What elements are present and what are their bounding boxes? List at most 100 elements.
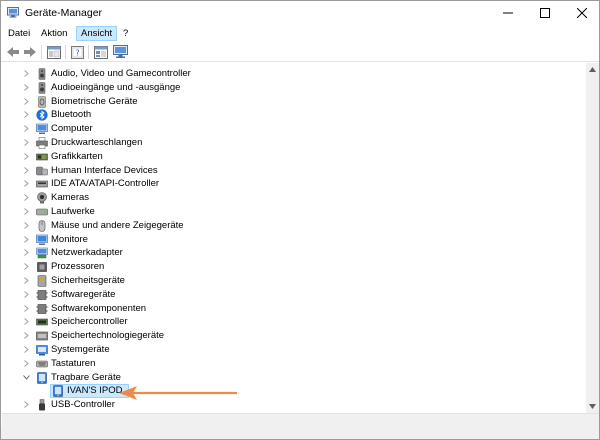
expand-chevron-icon[interactable] <box>22 345 30 354</box>
expand-chevron-icon[interactable] <box>22 331 30 340</box>
expand-chevron-icon[interactable] <box>22 400 30 409</box>
tree-item-label: Bluetooth <box>51 109 92 121</box>
forward-button[interactable] <box>22 44 38 60</box>
minimize-button[interactable] <box>491 1 525 25</box>
tree-category-item[interactable]: Laufwerke <box>2 205 562 219</box>
tree-category-item[interactable]: IDE ATA/ATAPI-Controller <box>2 177 562 191</box>
tree-item-label: Grafikkarten <box>51 150 103 162</box>
tree-item-label: Mäuse und andere Zeigegeräte <box>51 219 184 231</box>
menu-help[interactable]: ? <box>119 26 132 41</box>
usb-icon <box>36 399 48 411</box>
expand-chevron-icon[interactable] <box>22 138 30 147</box>
expand-chevron-icon[interactable] <box>22 193 30 202</box>
tree-category-item[interactable]: Monitore <box>2 233 562 247</box>
tree-category-item[interactable]: Prozessoren <box>2 260 562 274</box>
expand-chevron-icon[interactable] <box>22 110 30 119</box>
tree-category-item[interactable]: Human Interface Devices <box>2 164 562 178</box>
software-icon <box>36 289 48 301</box>
vertical-scrollbar[interactable] <box>586 63 599 413</box>
annotation-arrow <box>119 386 237 400</box>
expand-chevron-icon[interactable] <box>22 97 30 106</box>
horizontal-scrollbar[interactable] <box>2 413 599 427</box>
tree-item-label: Druckwarteschlangen <box>51 137 143 148</box>
expand-chevron-icon[interactable] <box>22 124 30 133</box>
back-button[interactable] <box>5 44 21 60</box>
expand-chevron-icon[interactable] <box>22 83 30 92</box>
collapse-chevron-icon[interactable] <box>22 373 30 382</box>
status-bar <box>1 427 599 439</box>
computer-icon <box>36 123 48 135</box>
expand-chevron-icon[interactable] <box>22 152 30 161</box>
cpu-icon <box>36 261 48 273</box>
camera-icon <box>36 192 48 204</box>
software-icon <box>36 303 48 315</box>
expand-chevron-icon[interactable] <box>22 359 30 368</box>
title-bar: Geräte-Manager <box>1 1 599 25</box>
tree-category-item[interactable]: Tastaturen <box>2 357 562 371</box>
security-icon <box>36 275 48 287</box>
system-icon <box>36 344 48 356</box>
tree-category-item[interactable]: Sicherheitsgeräte <box>2 274 562 288</box>
maximize-button[interactable] <box>528 1 562 25</box>
menu-ansicht[interactable]: Ansicht <box>76 26 118 41</box>
expand-chevron-icon[interactable] <box>22 262 30 271</box>
tree-category-item[interactable]: Audio, Video und Gamecontroller <box>2 67 562 81</box>
properties-panel-button[interactable] <box>46 44 62 60</box>
menu-datei[interactable]: Datei <box>4 26 34 41</box>
tree-item-label: Netzwerkadapter <box>51 247 123 259</box>
expand-chevron-icon[interactable] <box>22 317 30 326</box>
tree-category-item[interactable]: Kameras <box>2 191 562 205</box>
view-list-button[interactable] <box>93 44 109 60</box>
tree-category-item[interactable]: Bluetooth <box>2 108 562 122</box>
portable-device-icon <box>36 371 48 384</box>
tree-category-item[interactable]: Speichertechnologiegeräte <box>2 329 562 343</box>
tree-item-label: Tastaturen <box>51 357 96 369</box>
expand-chevron-icon[interactable] <box>22 276 30 285</box>
tree-category-item[interactable]: Netzwerkadapter <box>2 246 562 260</box>
tree-item-label: Speichertechnologiegeräte <box>51 330 165 342</box>
tree-category-item[interactable]: Tragbare Geräte <box>2 371 562 385</box>
menu-aktion[interactable]: Aktion <box>37 26 71 41</box>
tree-category-item[interactable]: USB-Controller <box>2 398 562 412</box>
expand-chevron-icon[interactable] <box>22 166 30 175</box>
expand-chevron-icon[interactable] <box>22 207 30 216</box>
forward-arrow-icon <box>24 47 36 57</box>
back-arrow-icon <box>7 47 19 57</box>
hid-icon <box>36 165 48 177</box>
monitor-scan-icon <box>112 45 128 58</box>
scroll-up-button[interactable] <box>586 63 599 76</box>
expand-chevron-icon[interactable] <box>22 235 30 244</box>
toolbar-separator <box>88 45 89 59</box>
tree-item-label: Softwaregeräte <box>51 288 116 300</box>
expand-chevron-icon[interactable] <box>22 221 30 230</box>
printer-icon <box>36 137 48 149</box>
scroll-down-button[interactable] <box>586 400 599 413</box>
expand-chevron-icon[interactable] <box>22 304 30 313</box>
drive-icon <box>36 206 48 218</box>
help-button[interactable]: ? <box>69 44 85 60</box>
tree-category-item[interactable]: Audioeingänge und -ausgänge <box>2 81 562 95</box>
tree-item-label: USB-Controller <box>51 399 115 411</box>
expand-chevron-icon[interactable] <box>22 290 30 299</box>
tree-category-item[interactable]: Biometrische Geräte <box>2 95 562 109</box>
close-button[interactable] <box>565 1 599 25</box>
menu-bar: Datei Aktion Ansicht ? <box>1 25 599 42</box>
tree-category-item[interactable]: Speichercontroller <box>2 315 562 329</box>
tree-category-item[interactable]: Mäuse und andere Zeigegeräte <box>2 219 562 233</box>
device-tree: Audio, Video und Gamecontroller Audioeing… <box>2 63 586 413</box>
device-manager-app-icon <box>7 7 19 18</box>
tree-category-item[interactable]: Systemgeräte <box>2 343 562 357</box>
help-icon: ? <box>70 45 84 59</box>
expand-chevron-icon[interactable] <box>22 248 30 257</box>
speaker-icon <box>36 68 48 80</box>
tree-category-item[interactable]: Computer <box>2 122 562 136</box>
tree-category-item[interactable]: Druckwarteschlangen <box>2 136 562 150</box>
tree-item-label: Softwarekomponenten <box>51 302 147 314</box>
expand-chevron-icon[interactable] <box>22 179 30 188</box>
tree-category-item[interactable]: Softwarekomponenten <box>2 302 562 316</box>
tree-category-item[interactable]: Softwaregeräte <box>2 288 562 302</box>
expand-chevron-icon[interactable] <box>22 69 30 78</box>
tree-category-item[interactable]: Grafikkarten <box>2 150 562 164</box>
tree-child-item[interactable]: IVAN'S IPOD <box>2 384 562 399</box>
scan-hardware-button[interactable] <box>112 44 128 60</box>
